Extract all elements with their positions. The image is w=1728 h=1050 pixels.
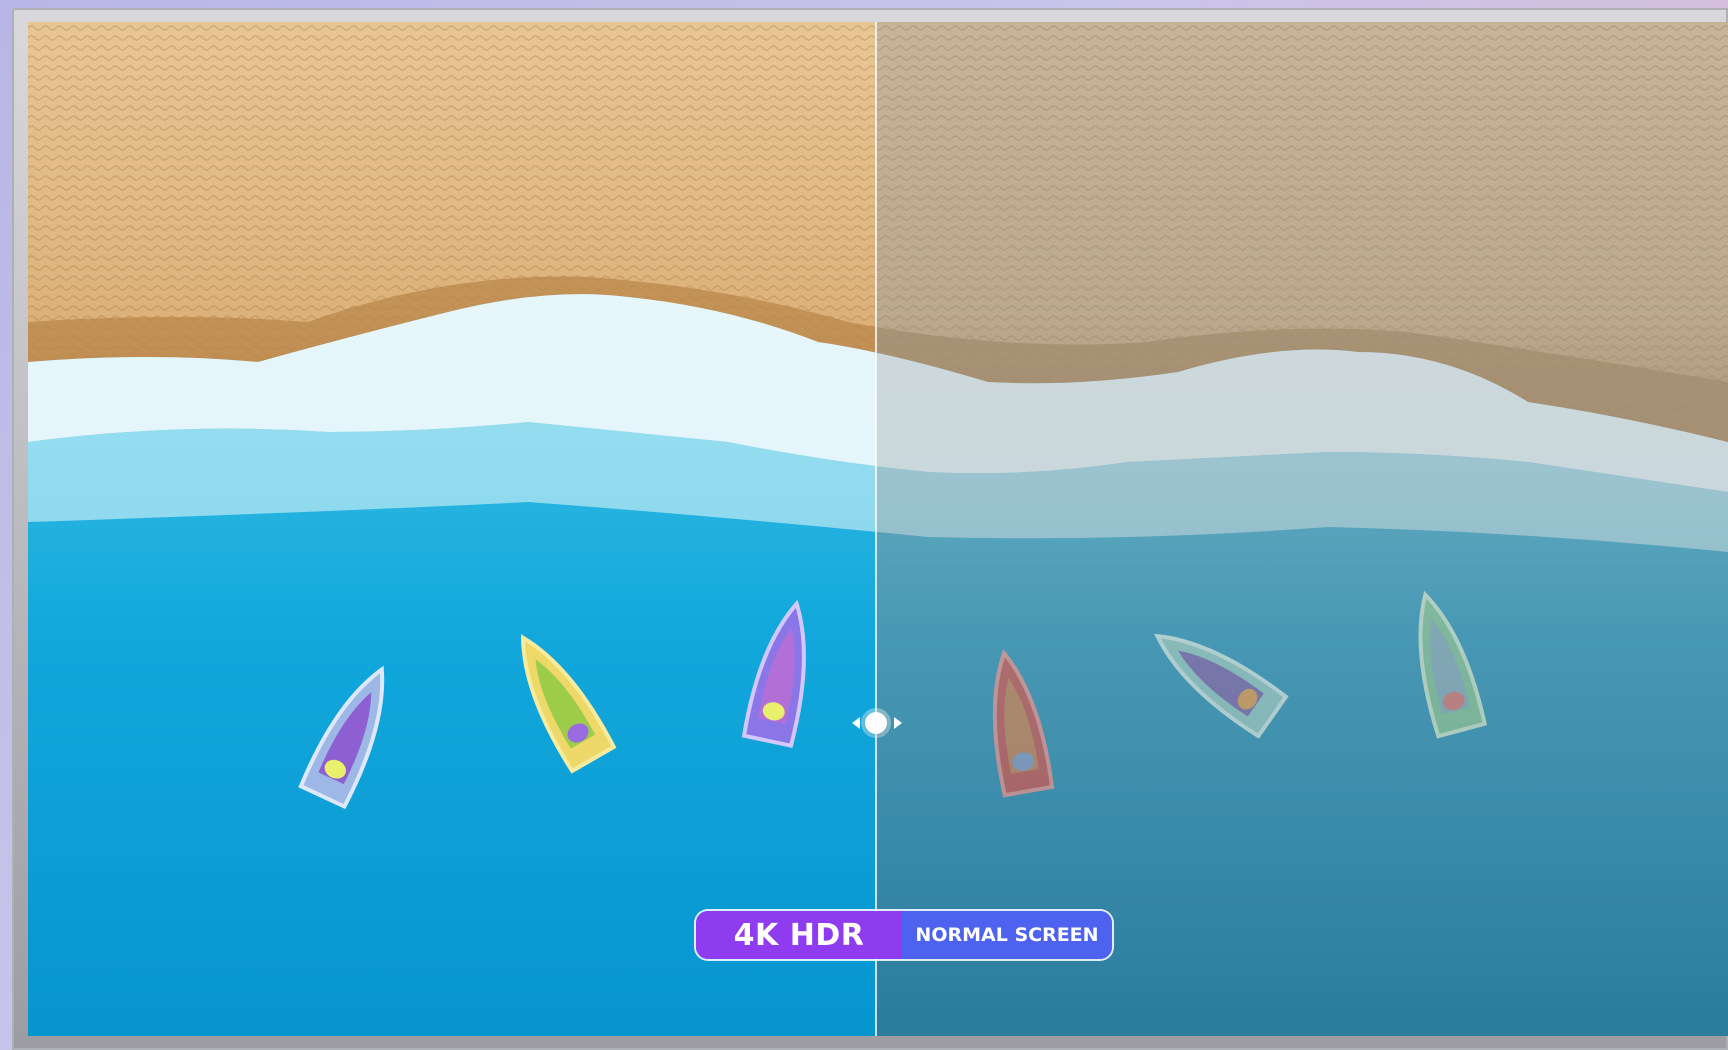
normal-screen-label: NORMAL SCREEN [902, 911, 1112, 959]
comparison-divider[interactable] [875, 22, 877, 1036]
comparison-screen: 4K HDR NORMAL SCREEN [28, 22, 1728, 1036]
comparison-label-pill: 4K HDR NORMAL SCREEN [696, 911, 1112, 959]
normal-image-panel [876, 22, 1728, 1036]
arrow-right-icon[interactable] [894, 717, 902, 729]
slider-knob[interactable] [865, 712, 887, 734]
hdr-image-panel [28, 22, 876, 1036]
beach-photo-normal [876, 22, 1728, 1036]
hdr-label: 4K HDR [696, 911, 902, 959]
slider-handle-icon[interactable] [852, 702, 902, 746]
beach-photo-hdr [28, 22, 876, 1036]
arrow-left-icon[interactable] [852, 717, 860, 729]
